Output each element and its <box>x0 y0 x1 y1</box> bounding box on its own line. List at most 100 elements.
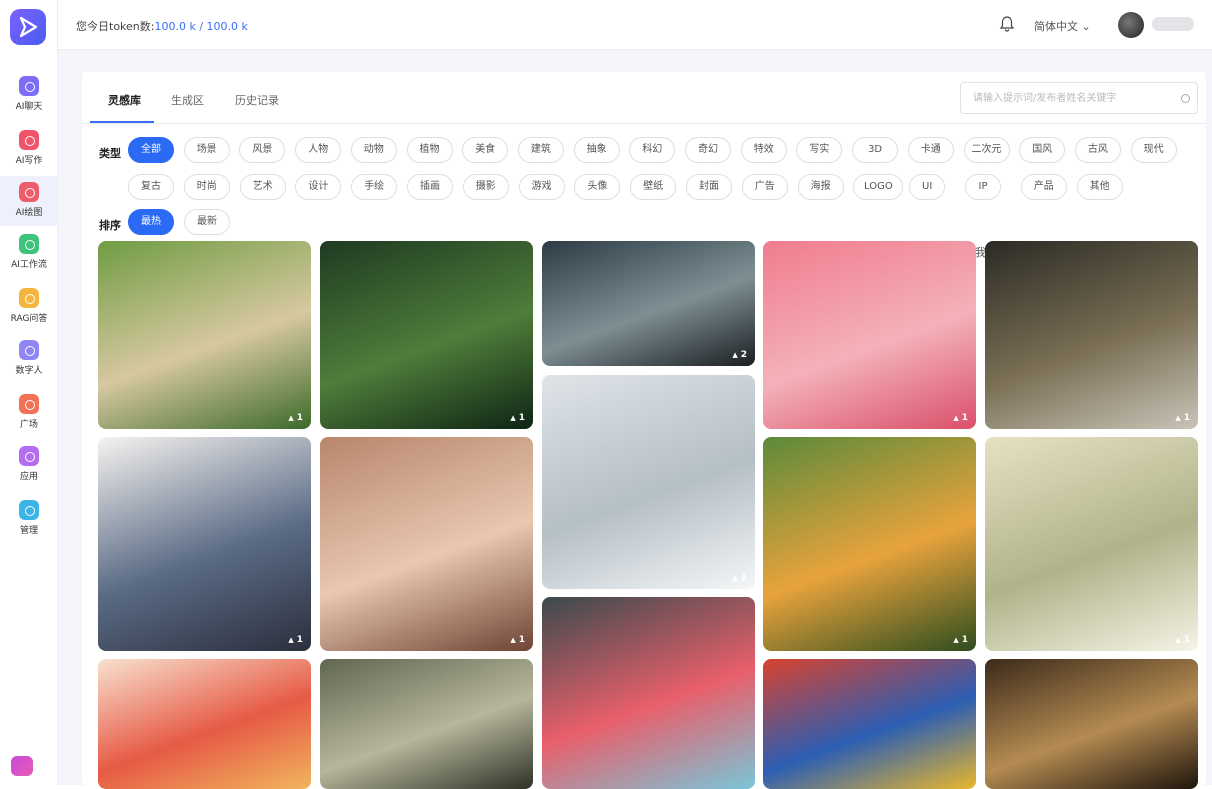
type-chip[interactable]: 科幻 <box>629 137 676 163</box>
type-chip[interactable]: 特效 <box>740 137 787 163</box>
type-chip[interactable]: 古风 <box>1074 137 1121 163</box>
type-chip[interactable]: 奇幻 <box>685 137 731 163</box>
like-count[interactable]: 1 <box>732 573 747 583</box>
type-chip[interactable]: 美食 <box>462 137 509 163</box>
type-chip[interactable]: 卡通 <box>907 137 954 163</box>
tab-generate[interactable]: 生成区 <box>171 92 204 108</box>
gallery-card[interactable]: 1 <box>763 437 976 651</box>
top-bar: 您今日token数:100.0 k / 100.0 k 简体中文 ⌄ <box>58 0 1212 50</box>
gallery-card[interactable]: 1 <box>985 437 1198 651</box>
type-chip[interactable]: 头像 <box>574 174 621 200</box>
like-count[interactable]: 1 <box>510 635 525 645</box>
type-chip[interactable]: LOGO <box>853 174 904 200</box>
type-chip[interactable]: 场景 <box>183 137 230 163</box>
sidebar-item-label: AI工作流 <box>11 260 47 270</box>
main-area: 灵感库 生成区 历史记录 类型 排序 全部场景风景人物动物植物美食建筑抽象科幻奇… <box>58 50 1212 789</box>
like-count[interactable]: 1 <box>288 413 303 423</box>
generator-icon[interactable] <box>11 756 33 776</box>
like-count[interactable]: 2 <box>732 350 747 360</box>
gallery-card[interactable] <box>320 659 533 789</box>
type-chip[interactable]: 3D <box>852 137 899 163</box>
type-chip[interactable]: 国风 <box>1019 137 1066 163</box>
type-chip[interactable]: 广告 <box>741 174 788 200</box>
gallery-card[interactable]: 1 <box>98 241 311 429</box>
tab-bar: 灵感库 生成区 历史记录 <box>82 72 1206 124</box>
sidebar: AI聊天 AI写作 AI绘图 AI工作流 RAG问答数字人广场应用管理 <box>0 0 58 785</box>
type-chip[interactable]: 全部 <box>128 137 174 163</box>
sidebar-item-label: RAG问答 <box>10 314 48 324</box>
type-chip[interactable]: 摄影 <box>462 174 509 200</box>
like-count[interactable]: 1 <box>510 413 525 423</box>
sidebar-item-4[interactable]: RAG问答 <box>0 282 58 332</box>
sidebar-item-5[interactable]: 数字人 <box>0 334 58 384</box>
sidebar-item-label: AI写作 <box>15 156 43 166</box>
token-value: 100.0 k / 100.0 k <box>154 20 248 33</box>
sidebar-item-label: 管理 <box>19 526 38 536</box>
app-logo[interactable] <box>10 9 46 45</box>
type-chip[interactable]: 人物 <box>295 137 342 163</box>
type-chip[interactable]: 插画 <box>407 174 453 200</box>
type-chip[interactable]: 艺术 <box>239 174 286 200</box>
type-chip[interactable]: 写实 <box>796 137 843 163</box>
like-count[interactable]: 1 <box>1175 413 1190 423</box>
type-chip[interactable]: 抽象 <box>573 137 620 163</box>
gallery-card[interactable] <box>542 597 755 789</box>
sidebar-item-8[interactable]: 管理 <box>0 494 58 544</box>
sort-label: 排序 <box>99 219 121 232</box>
type-chip[interactable]: 设计 <box>295 174 342 200</box>
like-count[interactable]: 1 <box>1175 635 1190 645</box>
gallery-card[interactable]: 1 <box>985 241 1198 429</box>
settings-icon <box>19 500 39 520</box>
apps-icon <box>19 446 39 466</box>
type-chip[interactable]: 二次元 <box>963 137 1010 163</box>
search-input[interactable] <box>973 90 1173 106</box>
type-chip[interactable]: 现代 <box>1130 137 1177 163</box>
active-tab-indicator <box>90 121 154 123</box>
tab-inspiration[interactable]: 灵感库 <box>108 92 141 108</box>
gallery-card[interactable]: 1 <box>98 437 311 651</box>
like-count[interactable]: 1 <box>953 635 968 645</box>
username-blurred <box>1152 17 1194 31</box>
gallery-card[interactable] <box>763 659 976 789</box>
gallery-card[interactable]: 1 <box>320 241 533 429</box>
sidebar-item-2[interactable]: AI绘图 <box>0 176 58 226</box>
like-count[interactable]: 1 <box>953 413 968 423</box>
type-chip[interactable]: 植物 <box>406 137 453 163</box>
avatar[interactable] <box>1118 12 1144 38</box>
plaza-icon <box>19 394 39 414</box>
type-chip[interactable]: 海报 <box>797 174 844 200</box>
type-chip[interactable]: UI <box>909 174 946 200</box>
search-icon[interactable] <box>1181 94 1190 103</box>
gallery-card[interactable]: 2 <box>542 241 755 366</box>
sidebar-item-0[interactable]: AI聊天 <box>0 70 58 120</box>
sidebar-item-label: 广场 <box>19 420 38 430</box>
sort-chip[interactable]: 最热 <box>128 209 174 235</box>
type-chip[interactable]: 产品 <box>1020 174 1067 200</box>
type-chip[interactable]: 手绘 <box>351 174 398 200</box>
gallery-card[interactable]: 1 <box>763 241 976 429</box>
type-chip[interactable]: 其他 <box>1076 174 1123 200</box>
tab-history[interactable]: 历史记录 <box>235 92 279 108</box>
gallery-card[interactable]: 1 <box>542 375 755 589</box>
type-chip[interactable]: 复古 <box>128 174 174 200</box>
type-chip[interactable]: 壁纸 <box>630 174 677 200</box>
gallery-card[interactable] <box>98 659 311 789</box>
type-chip[interactable]: 动物 <box>350 137 397 163</box>
type-chip[interactable]: 封面 <box>686 174 732 200</box>
type-chip[interactable]: 建筑 <box>517 137 564 163</box>
gallery-card[interactable]: 1 <box>320 437 533 651</box>
sidebar-item-1[interactable]: AI写作 <box>0 124 58 174</box>
sidebar-item-3[interactable]: AI工作流 <box>0 228 58 278</box>
gallery-card[interactable] <box>985 659 1198 789</box>
type-chip[interactable]: IP <box>965 174 1001 200</box>
sidebar-item-6[interactable]: 广场 <box>0 388 58 438</box>
sort-chip[interactable]: 最新 <box>184 209 230 235</box>
type-chip[interactable]: 游戏 <box>518 174 565 200</box>
sidebar-item-7[interactable]: 应用 <box>0 440 58 490</box>
pen-icon <box>19 130 39 150</box>
like-count[interactable]: 1 <box>288 635 303 645</box>
type-chip[interactable]: 风景 <box>239 137 286 163</box>
language-selector[interactable]: 简体中文 ⌄ <box>1034 18 1091 34</box>
bell-icon[interactable] <box>998 15 1016 33</box>
type-chip[interactable]: 时尚 <box>183 174 230 200</box>
